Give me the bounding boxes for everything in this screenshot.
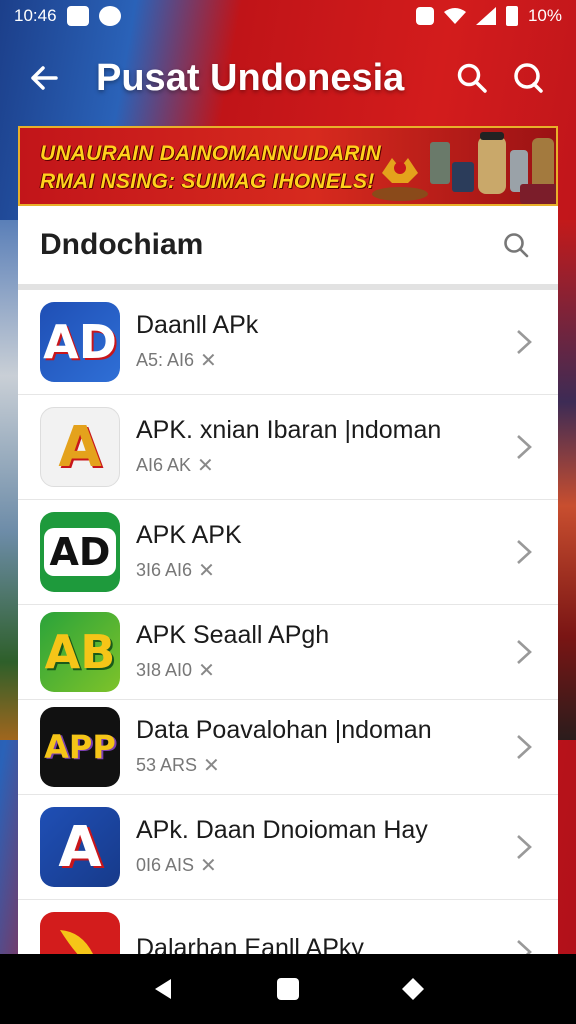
app-meta-text: AI6 AK	[136, 455, 192, 475]
app-icon-label: A	[58, 414, 102, 480]
battery-level: 10%	[527, 6, 562, 25]
banner-line-1: UNAURAIN DAINOMANNUIDARIN	[40, 142, 381, 165]
diamond-recents-icon	[402, 978, 425, 1000]
app-name: Data Poavalohan |ndoman	[136, 716, 432, 744]
remove-icon[interactable]: ✕	[203, 753, 220, 778]
app-text: Daanll APk A5: AI6 ✕	[136, 311, 504, 373]
app-meta: A5: AI6 ✕	[136, 348, 504, 373]
app-icon: AD	[40, 302, 120, 382]
chevron-right-icon	[517, 640, 532, 664]
app-icon-label: AB	[44, 625, 116, 679]
list-item[interactable]: A APK. xnian Ibaran |ndoman AI6 AK ✕	[18, 395, 558, 500]
notification-camera-icon	[98, 6, 121, 26]
status-bar: 10:46 10%	[0, 0, 576, 32]
status-time: 10:46	[14, 6, 57, 25]
app-meta: AI6 AK ✕	[136, 453, 504, 478]
nav-home-button[interactable]	[268, 969, 308, 1009]
square-home-icon	[276, 978, 299, 1000]
search-field-button[interactable]	[496, 225, 536, 265]
search-icon	[457, 63, 487, 93]
app-text: APK APK 3I6 AI6 ✕	[136, 521, 504, 583]
wifi-icon	[443, 8, 466, 24]
chevron-right-icon	[517, 835, 532, 859]
app-bar: Pusat Undonesia	[0, 40, 576, 116]
remove-icon[interactable]: ✕	[197, 453, 214, 478]
list-item[interactable]: AD APK APK 3I6 AI6 ✕	[18, 500, 558, 605]
app-icon	[40, 912, 120, 954]
search-bar[interactable]: Dndochiam	[18, 206, 558, 290]
triangle-back-icon	[154, 979, 171, 999]
app-name: APK. xnian Ibaran |ndoman	[136, 416, 442, 444]
app-icon: A	[40, 807, 120, 887]
nav-back-button[interactable]	[143, 969, 183, 1009]
page-title: Pusat Undonesia	[96, 56, 405, 99]
search-button[interactable]	[444, 54, 500, 102]
promo-banner[interactable]: UNAURAIN DAINOMANNUIDARIN RMAI NSING: SU…	[18, 126, 558, 206]
app-meta-text: 3I6 AI6	[136, 560, 193, 580]
background-right-scene	[556, 220, 576, 740]
search-query[interactable]: Dndochiam	[40, 228, 496, 262]
search-icon	[504, 233, 529, 258]
app-list: AD Daanll APk A5: AI6 ✕ A APK. xnian Iba…	[18, 290, 558, 954]
chat-search-icon	[514, 63, 543, 93]
battery-icon	[505, 6, 518, 26]
banner-text: UNAURAIN DAINOMANNUIDARIN RMAI NSING: SU…	[40, 140, 381, 196]
app-icon: APP	[40, 707, 120, 787]
app-name: APK APK	[136, 521, 242, 549]
app-name: APK Seaall APgh	[136, 621, 330, 649]
app-icon: AD	[40, 512, 120, 592]
app-meta: 3I6 AI6 ✕	[136, 558, 504, 583]
app-name: Daanll APk	[136, 311, 259, 339]
list-item[interactable]: AD Daanll APk A5: AI6 ✕	[18, 290, 558, 395]
app-meta: 0I6 AIS ✕	[136, 853, 504, 878]
app-name: APk. Daan Dnoioman Hay	[136, 816, 428, 844]
remove-icon[interactable]: ✕	[198, 658, 215, 683]
app-icon-label: A	[58, 814, 102, 880]
nav-recents-button[interactable]	[393, 969, 433, 1009]
app-text: Dalarhan Eanll APky	[136, 934, 504, 955]
app-icon: A	[40, 407, 120, 487]
banner-illustration	[372, 132, 556, 204]
app-text: Data Poavalohan |ndoman 53 ARS ✕	[136, 716, 504, 778]
alarm-icon	[415, 7, 434, 25]
app-meta-text: A5: AI6	[136, 350, 195, 370]
app-meta: 3I8 AI0 ✕	[136, 658, 504, 683]
chevron-right-icon	[517, 435, 532, 459]
background-left-scene	[0, 220, 20, 740]
remove-icon[interactable]: ✕	[200, 853, 217, 878]
app-icon: AB	[40, 612, 120, 692]
system-nav-bar	[0, 954, 576, 1024]
list-item[interactable]: AB APK Seaall APgh 3I8 AI0 ✕	[18, 605, 558, 700]
app-icon-label: APP	[44, 728, 116, 766]
app-meta-text: 0I6 AIS	[136, 855, 195, 875]
app-meta-text: 3I8 AI0	[136, 660, 193, 680]
list-item[interactable]: A APk. Daan Dnoioman Hay 0I6 AIS ✕	[18, 795, 558, 900]
remove-icon[interactable]: ✕	[198, 558, 215, 583]
back-button[interactable]	[20, 54, 68, 102]
app-meta: 53 ARS ✕	[136, 753, 504, 778]
list-item[interactable]: APP Data Poavalohan |ndoman 53 ARS ✕	[18, 700, 558, 795]
chevron-right-icon	[517, 330, 532, 354]
app-text: APK. xnian Ibaran |ndoman AI6 AK ✕	[136, 416, 504, 478]
banner-line-2: RMAI NSING: SUIMAG IHONELS!	[40, 170, 375, 193]
app-text: APK Seaall APgh 3I8 AI0 ✕	[136, 621, 504, 683]
notification-app-icon	[66, 6, 89, 26]
chat-search-button[interactable]	[500, 54, 556, 102]
arrow-left-icon	[31, 66, 58, 90]
list-item[interactable]: Dalarhan Eanll APky	[18, 900, 558, 954]
chevron-right-icon	[517, 540, 532, 564]
app-text: APk. Daan Dnoioman Hay 0I6 AIS ✕	[136, 816, 504, 878]
remove-icon[interactable]: ✕	[200, 348, 217, 373]
app-meta-text: 53 ARS	[136, 755, 198, 775]
app-name: Dalarhan Eanll APky	[136, 933, 364, 955]
chevron-right-icon	[517, 940, 532, 954]
app-icon-label: AD	[43, 528, 117, 576]
feather-icon	[60, 930, 93, 954]
results-panel: Dndochiam AD Daanll APk A5: AI6 ✕ A APK.…	[18, 206, 558, 954]
app-icon-label: AD	[43, 315, 117, 369]
signal-icon	[475, 7, 496, 25]
chevron-right-icon	[517, 735, 532, 759]
